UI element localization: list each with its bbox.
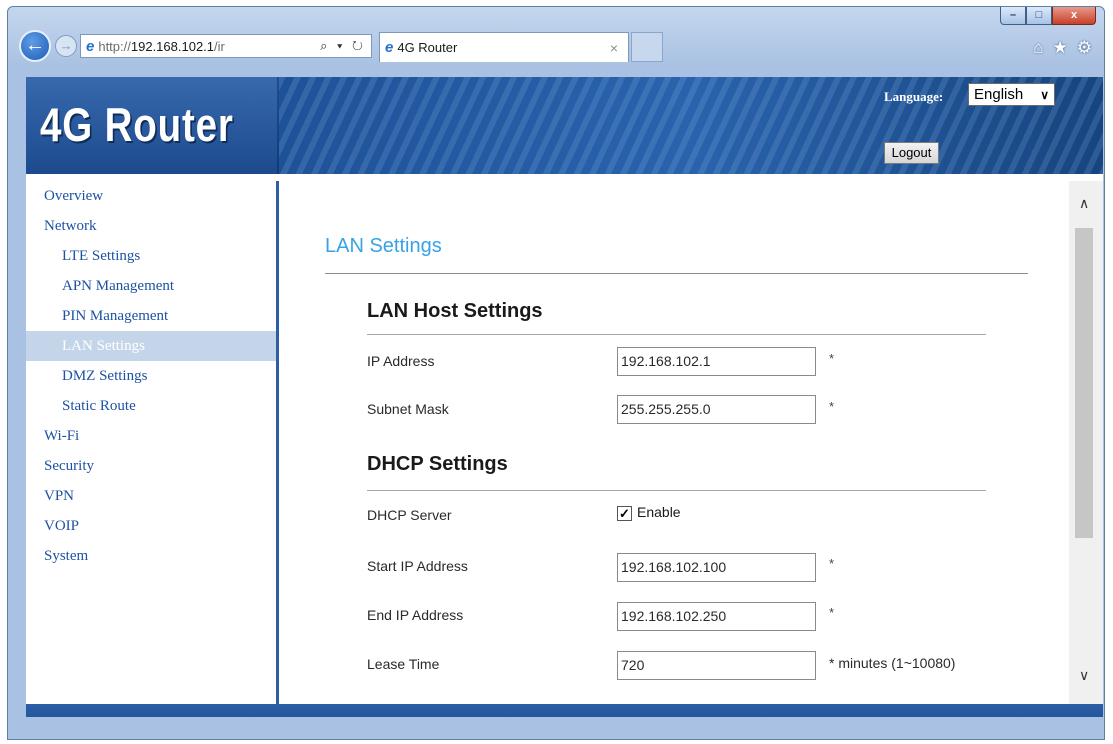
dhcp-enable-checkbox[interactable]: ✓ [617, 506, 632, 521]
header-divider [26, 174, 1103, 181]
language-value: English [974, 86, 1024, 103]
back-button[interactable]: ← [19, 30, 51, 62]
end-ip-input[interactable]: 192.168.102.250 [617, 602, 816, 631]
title-divider [325, 273, 1028, 274]
window-controls: – □ x [1000, 7, 1096, 25]
logo-area: 4G Router [26, 77, 277, 174]
forward-button[interactable]: → [55, 35, 77, 57]
new-tab-button[interactable] [631, 32, 663, 62]
tab-title: 4G Router [397, 40, 458, 55]
logout-button[interactable]: Logout [884, 142, 939, 164]
sidebar-item-lan-settings[interactable]: LAN Settings [26, 331, 276, 361]
browser-toolbar: ← → e http://192.168.102.1/ir ⌕ ▾ ↻ e 4G… [8, 25, 1104, 69]
ip-address-input[interactable]: 192.168.102.1 [617, 347, 816, 376]
dhcp-heading: DHCP Settings [367, 453, 508, 475]
ie-logo-icon: e [86, 37, 95, 55]
ip-required-mark: * [829, 351, 835, 366]
url-protocol: http:// [98, 38, 131, 54]
forward-arrow-icon: → [59, 38, 73, 53]
sidebar-item-apn-management[interactable]: APN Management [26, 271, 276, 301]
close-window-button[interactable]: x [1052, 7, 1096, 25]
toolbar-icons: ⌂ ★ ⚙ [1033, 38, 1092, 58]
page-viewport: 4G Router Language: English ∨ Logout Ove… [26, 77, 1103, 717]
home-icon[interactable]: ⌂ [1033, 38, 1043, 58]
subnet-mask-label: Subnet Mask [367, 401, 449, 417]
sidebar-item-wifi[interactable]: Wi-Fi [26, 421, 276, 451]
router-logo: 4G Router [40, 98, 234, 151]
sidebar-item-vpn[interactable]: VPN [26, 481, 276, 511]
dhcp-enable-label: Enable [637, 504, 681, 520]
sidebar-item-network[interactable]: Network [26, 211, 276, 241]
lan-host-divider [367, 334, 986, 335]
sidebar-item-pin-management[interactable]: PIN Management [26, 301, 276, 331]
start-required-mark: * [829, 556, 835, 571]
end-ip-label: End IP Address [367, 607, 464, 623]
language-label: Language: [884, 89, 944, 104]
vertical-scrollbar[interactable]: ∧ ∨ [1069, 181, 1103, 704]
lan-host-heading: LAN Host Settings [367, 300, 543, 322]
dhcp-divider [367, 490, 986, 491]
url-host: 192.168.102.1 [130, 38, 215, 54]
dhcp-server-label: DHCP Server [367, 507, 452, 523]
footer-bar [26, 704, 1103, 717]
tab-favicon-icon: e [385, 39, 394, 56]
main-content: LAN Settings LAN Host Settings IP Addres… [279, 181, 1069, 704]
minimize-button[interactable]: – [1000, 7, 1026, 25]
sidebar-nav: Overview Network LTE Settings APN Manage… [26, 181, 276, 704]
lease-time-note: * minutes (1~10080) [829, 655, 956, 671]
url-path: /ir [214, 38, 225, 54]
sidebar-item-security[interactable]: Security [26, 451, 276, 481]
scroll-up-icon[interactable]: ∧ [1079, 195, 1089, 212]
gear-icon[interactable]: ⚙ [1077, 38, 1092, 58]
start-ip-label: Start IP Address [367, 558, 468, 574]
end-required-mark: * [829, 605, 835, 620]
page-title: LAN Settings [325, 235, 442, 257]
start-ip-input[interactable]: 192.168.102.100 [617, 553, 816, 582]
back-arrow-icon: ← [25, 34, 45, 56]
address-tools[interactable]: ⌕ ▾ ↻ [320, 38, 366, 54]
sidebar-item-dmz-settings[interactable]: DMZ Settings [26, 361, 276, 391]
scroll-thumb[interactable] [1075, 228, 1093, 538]
sidebar-item-lte-settings[interactable]: LTE Settings [26, 241, 276, 271]
star-icon[interactable]: ★ [1053, 38, 1068, 58]
subnet-mask-input[interactable]: 255.255.255.0 [617, 395, 816, 424]
header-banner: 4G Router Language: English ∨ Logout [26, 77, 1103, 174]
ip-address-label: IP Address [367, 353, 435, 369]
sidebar-item-system[interactable]: System [26, 541, 276, 571]
sidebar-item-overview[interactable]: Overview [26, 181, 276, 211]
sidebar-item-static-route[interactable]: Static Route [26, 391, 276, 421]
scroll-down-icon[interactable]: ∨ [1079, 667, 1089, 684]
address-bar[interactable]: e http://192.168.102.1/ir ⌕ ▾ ↻ [80, 34, 372, 58]
lease-time-input[interactable]: 720 [617, 651, 816, 680]
tab-close-icon[interactable]: × [610, 40, 618, 56]
mask-required-mark: * [829, 399, 835, 414]
sidebar-item-voip[interactable]: VOIP [26, 511, 276, 541]
lease-time-label: Lease Time [367, 656, 440, 672]
browser-tab[interactable]: e 4G Router × [379, 32, 629, 62]
language-select[interactable]: English ∨ [968, 83, 1055, 106]
chevron-down-icon: ∨ [1040, 87, 1049, 102]
maximize-button[interactable]: □ [1026, 7, 1052, 25]
checkmark-icon: ✓ [619, 506, 630, 521]
